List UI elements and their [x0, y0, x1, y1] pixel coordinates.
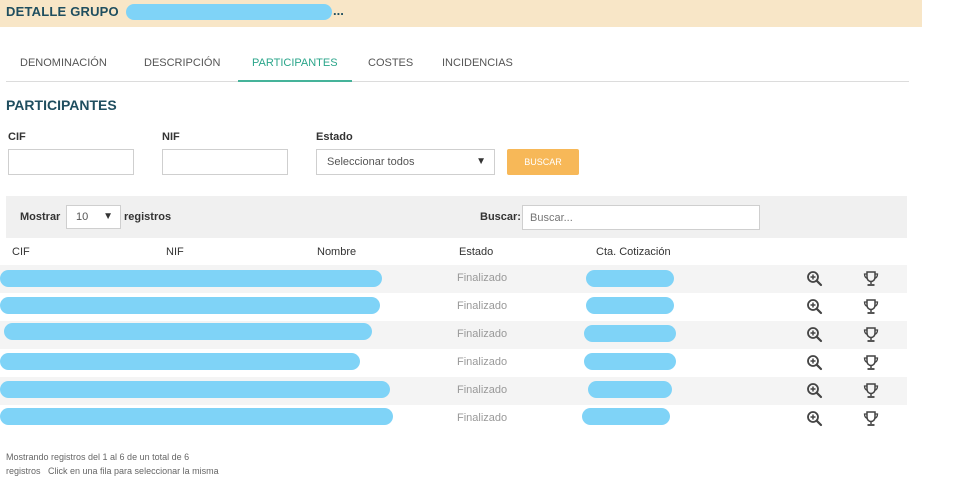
nif-input[interactable]: [162, 149, 288, 175]
table-toolbar: Mostrar 10 ▼ registros Buscar:: [6, 196, 907, 238]
section-title: PARTICIPANTES: [6, 97, 117, 113]
column-header-nif[interactable]: NIF: [166, 246, 184, 258]
page-header: DETALLE GRUPO ...: [0, 0, 922, 27]
table-row[interactable]: Finalizado: [0, 321, 907, 349]
show-label: Mostrar: [20, 211, 61, 223]
redacted-cta-cotizacion: [584, 325, 676, 342]
title-ellipsis: ...: [333, 3, 344, 18]
page-length-value: 10: [76, 211, 89, 223]
caret-down-icon: ▼: [103, 211, 113, 222]
trophy-icon[interactable]: [861, 409, 881, 429]
redacted-participant-data: [0, 297, 380, 314]
table-row[interactable]: Finalizado: [0, 405, 907, 433]
zoom-in-icon[interactable]: [805, 325, 825, 345]
estado-selected-value: Seleccionar todos: [327, 156, 415, 168]
table-row[interactable]: Finalizado: [0, 265, 907, 293]
trophy-icon[interactable]: [861, 381, 881, 401]
estado-cell: Finalizado: [457, 300, 508, 312]
redacted-group-name: [126, 4, 332, 20]
column-header-cta-cotizacion[interactable]: Cta. Cotización: [596, 246, 671, 258]
cif-input[interactable]: [8, 149, 134, 175]
zoom-in-icon[interactable]: [805, 297, 825, 317]
redacted-cta-cotizacion: [584, 353, 676, 370]
zoom-in-icon[interactable]: [805, 381, 825, 401]
redacted-participant-data: [0, 270, 382, 287]
zoom-in-icon[interactable]: [805, 353, 825, 373]
trophy-icon[interactable]: [861, 353, 881, 373]
table-row[interactable]: Finalizado: [0, 293, 907, 321]
tab-denominacion[interactable]: DENOMINACIÓN: [6, 49, 121, 82]
redacted-participant-data: [4, 323, 372, 340]
trophy-icon[interactable]: [861, 297, 881, 317]
table-search-label: Buscar:: [480, 211, 521, 223]
redacted-cta-cotizacion: [582, 408, 670, 425]
tab-participantes[interactable]: PARTICIPANTES: [238, 49, 352, 82]
search-button[interactable]: BUSCAR: [507, 149, 579, 175]
redacted-cta-cotizacion: [586, 270, 674, 287]
estado-cell: Finalizado: [457, 328, 508, 340]
redacted-cta-cotizacion: [586, 297, 674, 314]
redacted-participant-data: [0, 353, 360, 370]
tab-bar: DENOMINACIÓN DESCRIPCIÓN PARTICIPANTES C…: [6, 49, 909, 82]
nif-label: NIF: [162, 131, 180, 143]
estado-select[interactable]: Seleccionar todos ▼: [316, 149, 495, 175]
table-hint-text: registros Click en una fila para selecci…: [6, 466, 219, 476]
column-header-estado[interactable]: Estado: [459, 246, 493, 258]
redacted-participant-data: [0, 381, 390, 398]
table-row[interactable]: Finalizado: [0, 377, 907, 405]
table-info-text: Mostrando registros del 1 al 6 de un tot…: [6, 452, 190, 462]
tab-descripcion[interactable]: DESCRIPCIÓN: [130, 49, 234, 82]
page-length-select[interactable]: 10 ▼: [66, 205, 121, 229]
page-title: DETALLE GRUPO: [6, 4, 119, 19]
column-header-nombre[interactable]: Nombre: [317, 246, 356, 258]
caret-down-icon: ▼: [476, 156, 486, 167]
records-label: registros: [124, 211, 172, 223]
estado-cell: Finalizado: [457, 384, 508, 396]
zoom-in-icon[interactable]: [805, 409, 825, 429]
estado-cell: Finalizado: [457, 272, 508, 284]
tab-incidencias[interactable]: INCIDENCIAS: [428, 49, 527, 82]
estado-cell: Finalizado: [457, 412, 508, 424]
trophy-icon[interactable]: [861, 269, 881, 289]
table-info: Mostrando registros del 1 al 6 de un tot…: [6, 450, 286, 478]
cif-label: CIF: [8, 131, 26, 143]
trophy-icon[interactable]: [861, 325, 881, 345]
table-row[interactable]: Finalizado: [0, 349, 907, 377]
redacted-participant-data: [0, 408, 393, 425]
redacted-cta-cotizacion: [588, 381, 672, 398]
tab-costes[interactable]: COSTES: [354, 49, 427, 82]
table-search-input[interactable]: [522, 205, 760, 230]
column-header-cif[interactable]: CIF: [12, 246, 30, 258]
estado-label: Estado: [316, 131, 353, 143]
estado-cell: Finalizado: [457, 356, 508, 368]
zoom-in-icon[interactable]: [805, 269, 825, 289]
